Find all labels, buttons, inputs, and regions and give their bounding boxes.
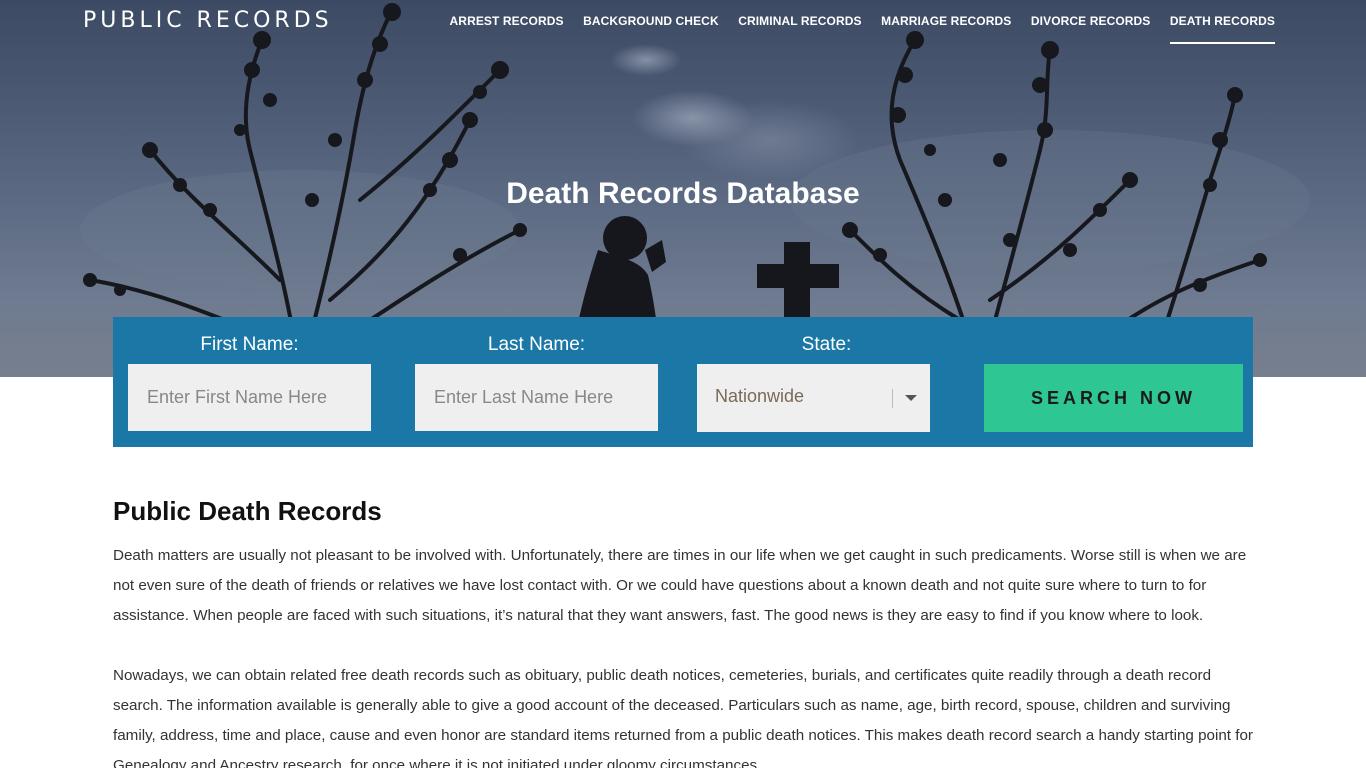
state-select[interactable]: Nationwide bbox=[697, 364, 930, 432]
first-name-input[interactable] bbox=[128, 364, 371, 431]
search-form: First Name: Last Name: State: Nationwide… bbox=[113, 317, 1253, 447]
site-logo[interactable]: PUBLIC RECORDS bbox=[83, 8, 333, 33]
last-name-label: Last Name: bbox=[487, 334, 586, 355]
nav-item-background-check[interactable]: BACKGROUND CHECK bbox=[583, 14, 719, 44]
main-nav: ARREST RECORDS BACKGROUND CHECK CRIMINAL… bbox=[430, 14, 1275, 44]
last-name-input[interactable] bbox=[415, 364, 658, 431]
content-heading: Public Death Records bbox=[113, 496, 382, 526]
nav-item-arrest-records[interactable]: ARREST RECORDS bbox=[450, 14, 564, 44]
select-separator bbox=[892, 389, 893, 408]
state-label: State: bbox=[801, 334, 852, 355]
nav-item-divorce-records[interactable]: DIVORCE RECORDS bbox=[1031, 14, 1151, 44]
content-paragraph: Nowadays, we can obtain related free dea… bbox=[113, 667, 1253, 768]
hero-title: Death Records Database bbox=[506, 177, 860, 210]
nav-item-death-records[interactable]: DEATH RECORDS bbox=[1169, 14, 1275, 44]
chevron-down-icon[interactable] bbox=[905, 395, 917, 401]
nav-item-marriage-records[interactable]: MARRIAGE RECORDS bbox=[881, 14, 1011, 44]
nav-item-criminal-records[interactable]: CRIMINAL RECORDS bbox=[738, 14, 861, 44]
state-select-value: Nationwide bbox=[715, 386, 805, 406]
content-paragraph: Death matters are usually not pleasant t… bbox=[113, 547, 1247, 624]
first-name-label: First Name: bbox=[200, 334, 299, 355]
search-now-button[interactable]: SEARCH NOW bbox=[984, 364, 1243, 432]
